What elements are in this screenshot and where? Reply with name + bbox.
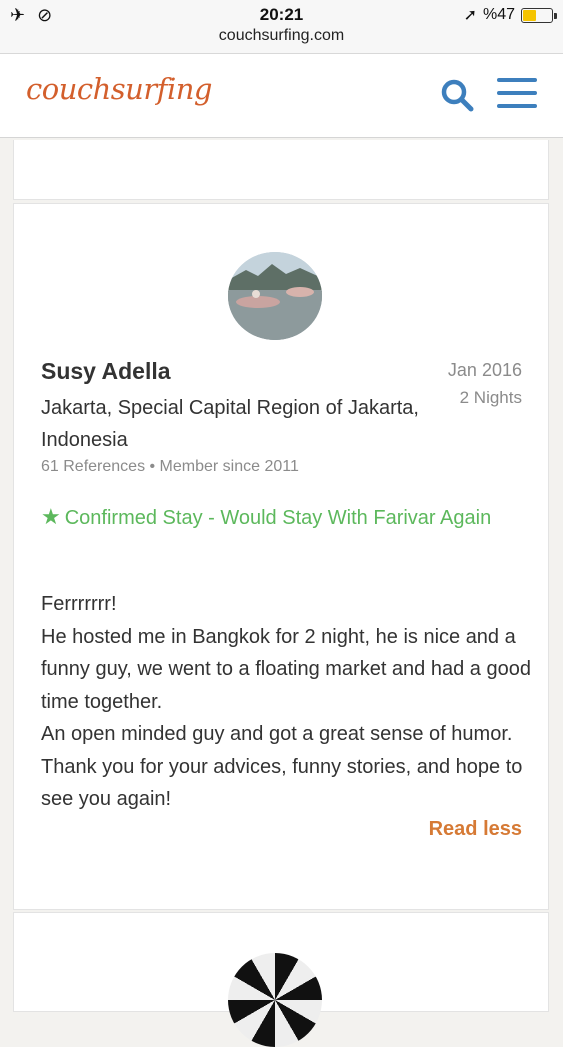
stay-nights: 2 Nights bbox=[459, 388, 522, 407]
site-header: couchsurfing bbox=[0, 54, 563, 138]
next-reference-card bbox=[13, 912, 549, 1047]
reference-card: Susy Adella Jan 2016 2 Nights Jakarta, S… bbox=[13, 203, 549, 910]
status-right: ➚ %47 bbox=[463, 5, 557, 25]
battery-percent: %47 bbox=[482, 6, 515, 23]
menu-line bbox=[497, 91, 537, 95]
star-icon: ★ bbox=[41, 504, 61, 529]
read-less-link[interactable]: Read less bbox=[429, 818, 522, 841]
search-icon bbox=[441, 79, 474, 112]
address-url[interactable]: couchsurfing.com bbox=[0, 27, 563, 45]
reference-text: Ferrrrrrr! He hosted me in Bangkok for 2… bbox=[41, 588, 531, 816]
search-button[interactable] bbox=[438, 76, 478, 116]
reviewer-meta: 61 References • Member since 2011 bbox=[41, 458, 299, 475]
reference-line: An open minded guy and got a great sense… bbox=[41, 723, 523, 810]
battery-icon bbox=[521, 7, 557, 23]
previous-card bbox=[13, 140, 549, 200]
confirmed-label: Confirmed Stay - Would Stay With Farivar… bbox=[64, 507, 492, 529]
status-bar: ✈ ⊘ 20:21 couchsurfing.com ➚ %47 bbox=[0, 0, 563, 54]
reference-date: Jan 2016 bbox=[447, 360, 522, 380]
reviewer-name[interactable]: Susy Adella bbox=[41, 358, 171, 385]
avatar[interactable] bbox=[228, 252, 322, 340]
menu-line bbox=[497, 78, 537, 82]
next-avatar[interactable] bbox=[228, 953, 322, 1047]
reference-line: He hosted me in Bangkok for 2 night, he … bbox=[41, 625, 531, 713]
battery-fill bbox=[523, 9, 537, 21]
couchsurfing-logo[interactable]: couchsurfing bbox=[26, 72, 212, 106]
reference-line: Ferrrrrrr! bbox=[41, 593, 117, 615]
menu-line bbox=[497, 104, 537, 108]
menu-button[interactable] bbox=[497, 78, 537, 112]
avatar-photo bbox=[228, 252, 322, 340]
battery-cap bbox=[554, 12, 557, 19]
location-arrow-icon: ➚ bbox=[463, 7, 477, 24]
confirmed-stay: ★ Confirmed Stay - Would Stay With Fariva… bbox=[41, 500, 511, 535]
reviewer-location: Jakarta, Special Capital Region of Jakar… bbox=[41, 397, 419, 451]
